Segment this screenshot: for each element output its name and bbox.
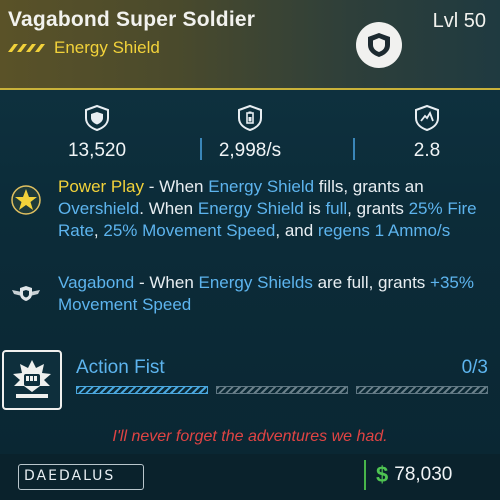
perk-vagabond: Vagabond - When Energy Shields are full,… bbox=[0, 272, 500, 322]
item-type-label: Energy Shield bbox=[54, 38, 160, 57]
action-skill-name: Action Fist bbox=[76, 357, 165, 378]
fist-icon bbox=[13, 360, 51, 398]
manufacturer-name: DAEDALUS bbox=[24, 468, 116, 484]
perk-name: Vagabond bbox=[58, 273, 135, 292]
action-skill-row: Action Fist 0/3 bbox=[0, 350, 500, 410]
stat-recharge-rate: 2,998/s bbox=[175, 92, 325, 172]
progress-segment bbox=[76, 386, 208, 394]
stat-recharge-delay-value: 2.8 bbox=[413, 140, 441, 161]
action-skill-count: 0/3 bbox=[461, 357, 488, 378]
stat-recharge-delay: 2.8 bbox=[352, 92, 500, 172]
rarity-chevrons-icon bbox=[8, 44, 45, 52]
item-price: $ 78,030 bbox=[364, 460, 484, 490]
stat-capacity: 13,520 bbox=[22, 92, 172, 172]
stat-capacity-value: 13,520 bbox=[67, 140, 127, 161]
shield-icon bbox=[85, 104, 109, 132]
stats-row: 13,520 2,998/s 2.8 bbox=[0, 92, 500, 172]
battery-shield-icon bbox=[238, 104, 262, 132]
action-skill-frame bbox=[2, 350, 62, 410]
item-footer: DAEDALUS $ 78,030 bbox=[0, 454, 500, 500]
item-card: Vagabond Super Soldier Lvl 50 Energy Shi… bbox=[0, 0, 500, 500]
shield-icon bbox=[368, 33, 390, 57]
item-subtype: Energy Shield bbox=[8, 38, 160, 58]
flavor-text: I'll never forget the adventures we had. bbox=[112, 428, 388, 445]
perk-name: Power Play bbox=[58, 177, 144, 196]
stat-recharge-rate-value: 2,998/s bbox=[218, 140, 282, 161]
progress-segment bbox=[216, 386, 348, 394]
currency-icon: $ bbox=[376, 462, 389, 487]
item-header: Vagabond Super Soldier Lvl 50 Energy Shi… bbox=[0, 0, 500, 90]
action-skill-progress bbox=[76, 386, 488, 396]
perk-description: Vagabond - When Energy Shields are full,… bbox=[58, 273, 474, 314]
manufacturer-logo: DAEDALUS bbox=[6, 462, 156, 492]
item-level: Lvl 50 bbox=[432, 10, 486, 32]
progress-segment bbox=[356, 386, 488, 394]
item-name: Vagabond Super Soldier bbox=[8, 8, 256, 31]
clock-shield-icon bbox=[415, 104, 439, 132]
price-amount: 78,030 bbox=[394, 464, 453, 485]
perk-power-play: Power Play - When Energy Shield fills, g… bbox=[0, 176, 500, 266]
perk-description: Power Play - When Energy Shield fills, g… bbox=[58, 177, 477, 240]
star-badge-icon bbox=[10, 184, 42, 216]
shield-type-badge bbox=[356, 22, 402, 68]
winged-emblem-icon bbox=[10, 278, 42, 310]
